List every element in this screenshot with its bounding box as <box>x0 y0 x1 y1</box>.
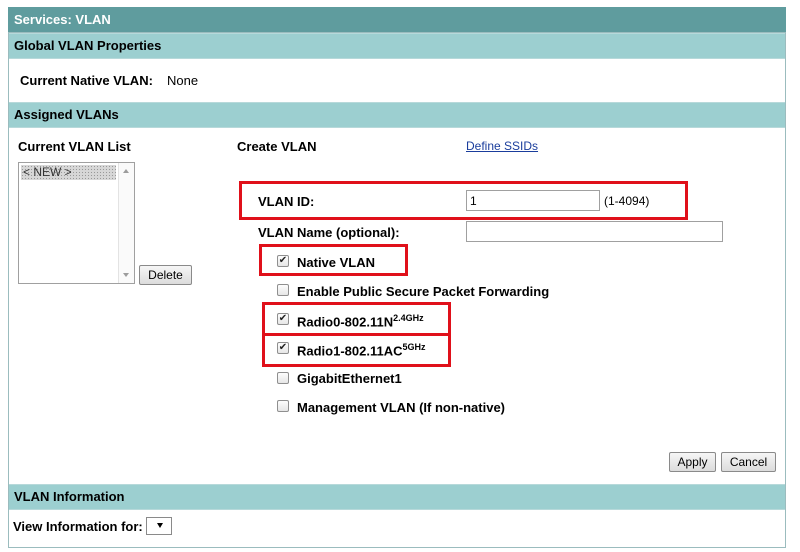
vlan-list-scrollbar[interactable] <box>118 163 134 283</box>
vlan-list-item-new[interactable]: < NEW > <box>21 165 116 180</box>
public-secure-checkbox[interactable] <box>277 284 289 296</box>
radio1-label-text: Radio1-802.11AC <box>297 343 403 359</box>
vlan-id-label: VLAN ID: <box>258 194 315 209</box>
native-vlan-label: Current Native VLAN: <box>20 73 153 88</box>
scroll-down-arrow-icon[interactable] <box>123 273 129 277</box>
section-assigned-vlans: Assigned VLANs <box>9 102 785 128</box>
vlan-list-box[interactable]: < NEW > <box>18 162 135 284</box>
view-info-select[interactable] <box>146 517 172 535</box>
mgmt-vlan-checkbox[interactable] <box>277 400 289 412</box>
delete-button[interactable]: Delete <box>139 265 192 285</box>
radio1-checkbox[interactable]: ✔ <box>277 342 289 354</box>
cancel-button[interactable]: Cancel <box>721 452 776 472</box>
radio1-option-label: Radio1-802.11AC5GHz <box>297 342 426 358</box>
public-secure-option-label: Enable Public Secure Packet Forwarding <box>297 284 550 299</box>
vlan-id-input[interactable] <box>466 190 600 211</box>
section-vlan-information: VLAN Information <box>9 484 785 510</box>
gige-checkbox[interactable] <box>277 372 289 384</box>
dropdown-arrow-icon[interactable] <box>157 523 163 528</box>
radio0-option-label: Radio0-802.11N2.4GHz <box>297 313 424 329</box>
radio0-label-sup: 2.4GHz <box>393 313 424 323</box>
radio0-checkbox[interactable]: ✔ <box>277 313 289 325</box>
native-vlan-checkbox[interactable]: ✔ <box>277 255 289 267</box>
vlan-list-label: Current VLAN List <box>18 139 131 154</box>
scroll-up-arrow-icon[interactable] <box>123 169 129 173</box>
vlan-name-input[interactable] <box>466 221 723 242</box>
native-vlan-option-label: Native VLAN <box>297 255 376 270</box>
radio1-label-sup: 5GHz <box>402 342 426 352</box>
vlan-id-range: (1-4094) <box>604 194 650 208</box>
radio0-label-text: Radio0-802.11N <box>297 314 394 330</box>
create-vlan-label: Create VLAN <box>237 139 317 154</box>
view-info-label: View Information for: <box>13 519 143 534</box>
native-vlan-value: None <box>167 73 199 88</box>
mgmt-vlan-option-label: Management VLAN (If non-native) <box>297 400 506 415</box>
define-ssids-link[interactable]: Define SSIDs <box>466 139 538 153</box>
gige-option-label: GigabitEthernet1 <box>297 371 402 386</box>
window-title: Services: VLAN <box>8 7 786 32</box>
vlan-name-label: VLAN Name (optional): <box>258 225 400 240</box>
apply-button[interactable]: Apply <box>669 452 716 472</box>
section-global-vlan-properties: Global VLAN Properties <box>9 33 785 59</box>
